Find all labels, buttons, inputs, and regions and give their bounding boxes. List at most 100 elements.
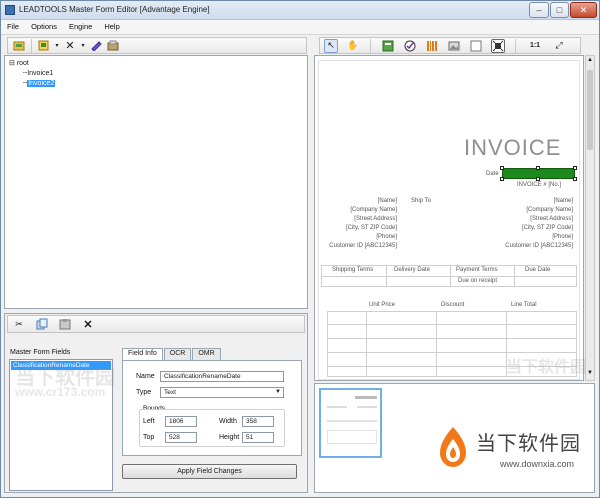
bill-to-customer-id: Customer ID [ABC12345] [329, 243, 397, 249]
watermark-url: www.cr173.com [15, 385, 106, 399]
canvas-vertical-scrollbar[interactable]: ▲ ▼ [585, 55, 595, 381]
ship-to-label: Ship To [411, 198, 431, 204]
type-label: Type [136, 389, 152, 396]
menu-bar: File Options Engine Help [1, 20, 599, 35]
master-form-fields-label: Master Form Fields [10, 349, 71, 356]
invoice-number-label: INVOICE # [No.] [517, 182, 562, 188]
actual-size-button[interactable]: 1:1 [526, 39, 544, 53]
menu-file[interactable]: File [1, 20, 25, 34]
width-input[interactable]: 358 [242, 416, 274, 427]
toolbar-separator [515, 38, 516, 53]
fit-page-icon[interactable]: ⤢ [552, 39, 566, 53]
toolbar-separator [370, 38, 371, 53]
name-input[interactable]: ClassificationRenameDate [160, 371, 284, 382]
app-window: LEADTOOLS Master Form Editor [Advantage … [0, 0, 600, 498]
scroll-down-arrow-icon[interactable]: ▼ [587, 370, 593, 379]
brand-logo-icon [440, 427, 466, 467]
bill-to-company: [Company Name] [350, 207, 397, 213]
scrollbar-thumb[interactable] [587, 70, 593, 150]
page-thumbnail[interactable] [319, 388, 382, 458]
scroll-up-arrow-icon[interactable]: ▲ [587, 57, 593, 66]
window-title: LEADTOOLS Master Form Editor [Advantage … [19, 5, 210, 14]
pan-hand-icon[interactable]: ✋ [346, 39, 360, 53]
terms-header: Delivery Date [394, 267, 431, 273]
title-bar: LEADTOOLS Master Form Editor [Advantage … [1, 1, 599, 20]
watermark-text: 当下软件园 [506, 359, 587, 376]
rectangle-icon[interactable] [469, 39, 483, 53]
bill-to-street: [Street Address] [354, 216, 397, 222]
resize-handle[interactable] [500, 166, 504, 170]
properties-icon[interactable] [106, 39, 120, 53]
left-label: Left [143, 418, 155, 425]
image-icon[interactable] [447, 39, 461, 53]
top-label: Top [143, 434, 155, 441]
resize-handle[interactable] [573, 166, 577, 170]
type-select-value: Text [164, 389, 176, 396]
paste-icon[interactable] [58, 317, 72, 331]
tab-ocr[interactable]: OCR [163, 348, 192, 360]
resize-handle[interactable] [536, 166, 540, 170]
minimize-button[interactable]: ‒ [529, 2, 549, 18]
edit-icon[interactable] [89, 39, 103, 53]
ship-to-company: [Company Name] [526, 207, 573, 213]
menu-options[interactable]: Options [25, 20, 63, 34]
barcode-icon[interactable] [425, 39, 439, 53]
delete-icon[interactable]: ✕ [63, 39, 77, 53]
top-input[interactable]: 528 [165, 432, 197, 443]
terms-header: Shipping Terms [332, 267, 374, 273]
width-label: Width [219, 418, 237, 425]
select-pointer-icon[interactable]: ↖ [324, 38, 338, 53]
ship-to-city: [City, ST ZIP Code] [521, 225, 573, 231]
close-button[interactable]: ✕ [570, 2, 597, 18]
apply-field-changes-button[interactable]: Apply Field Changes [122, 464, 297, 479]
field-tabs: Field Info OCR OMR [122, 348, 222, 361]
delete-icon[interactable]: ✕ [81, 317, 95, 331]
fit-icon[interactable] [491, 38, 505, 53]
height-input[interactable]: 51 [242, 432, 274, 443]
add-field-icon[interactable] [381, 39, 395, 53]
ship-to-phone: [Phone] [552, 234, 573, 240]
toolbar-separator [31, 38, 32, 53]
dropdown-chevron-icon[interactable]: ▾ [54, 39, 60, 53]
open-folder-icon[interactable] [12, 39, 26, 53]
menu-help[interactable]: Help [98, 20, 125, 34]
bill-to-phone: [Phone] [376, 234, 397, 240]
cut-icon[interactable]: ✂ [12, 317, 26, 331]
date-label: Date [486, 171, 499, 177]
copy-icon[interactable] [35, 317, 49, 331]
left-input[interactable]: 1806 [165, 416, 197, 427]
ship-to-street: [Street Address] [530, 216, 573, 222]
type-select[interactable]: Text ▼ [160, 387, 284, 398]
field-info-tab-body: Name ClassificationRenameDate Type Text … [122, 360, 302, 456]
maximize-button[interactable]: □ [550, 2, 569, 18]
ship-to-customer-id: Customer ID [ABC12345] [505, 243, 573, 249]
resize-handle[interactable] [573, 177, 577, 181]
ship-to-name: [Name] [553, 198, 573, 204]
app-icon [5, 5, 15, 15]
line-header: Discount [441, 302, 465, 308]
brand-name: 当下软件园 [476, 431, 581, 455]
check-icon[interactable] [403, 39, 417, 53]
menu-engine[interactable]: Engine [63, 20, 98, 34]
tab-omr[interactable]: OMR [192, 348, 221, 360]
terms-table: Shipping Terms Delivery Date Payment Ter… [321, 265, 577, 287]
line-header: Unit Price [369, 302, 396, 308]
resize-handle[interactable] [536, 177, 540, 181]
tree-node-invoice1[interactable]: ┄Invoice1 [9, 69, 303, 79]
name-label: Name [136, 373, 155, 380]
chevron-down-icon: ▼ [275, 389, 281, 395]
dropdown-chevron-icon[interactable]: ▾ [80, 39, 86, 53]
resize-handle[interactable] [500, 177, 504, 181]
forms-tree[interactable]: ⊟ root ┄Invoice1 ┄Invoice2 [4, 55, 308, 309]
fields-toolbar: ✂ ✕ [7, 315, 305, 333]
height-label: Height [219, 434, 240, 441]
form-canvas[interactable]: INVOICE Date INVOICE # [No.] [Name] [Com… [314, 55, 584, 381]
tree-node-root[interactable]: ⊟ root [9, 59, 303, 69]
forms-toolbar: ▾ ✕ ▾ [7, 37, 307, 54]
new-form-icon[interactable] [37, 39, 51, 53]
tree-node-invoice2[interactable]: ┄Invoice2 [9, 79, 303, 89]
terms-header: Payment Terms [456, 267, 498, 273]
terms-value: Due on receipt [458, 278, 498, 284]
canvas-toolbar: ↖ ✋ 1:1 ⤢ [319, 37, 581, 54]
bill-to-name: [Name] [377, 198, 397, 204]
